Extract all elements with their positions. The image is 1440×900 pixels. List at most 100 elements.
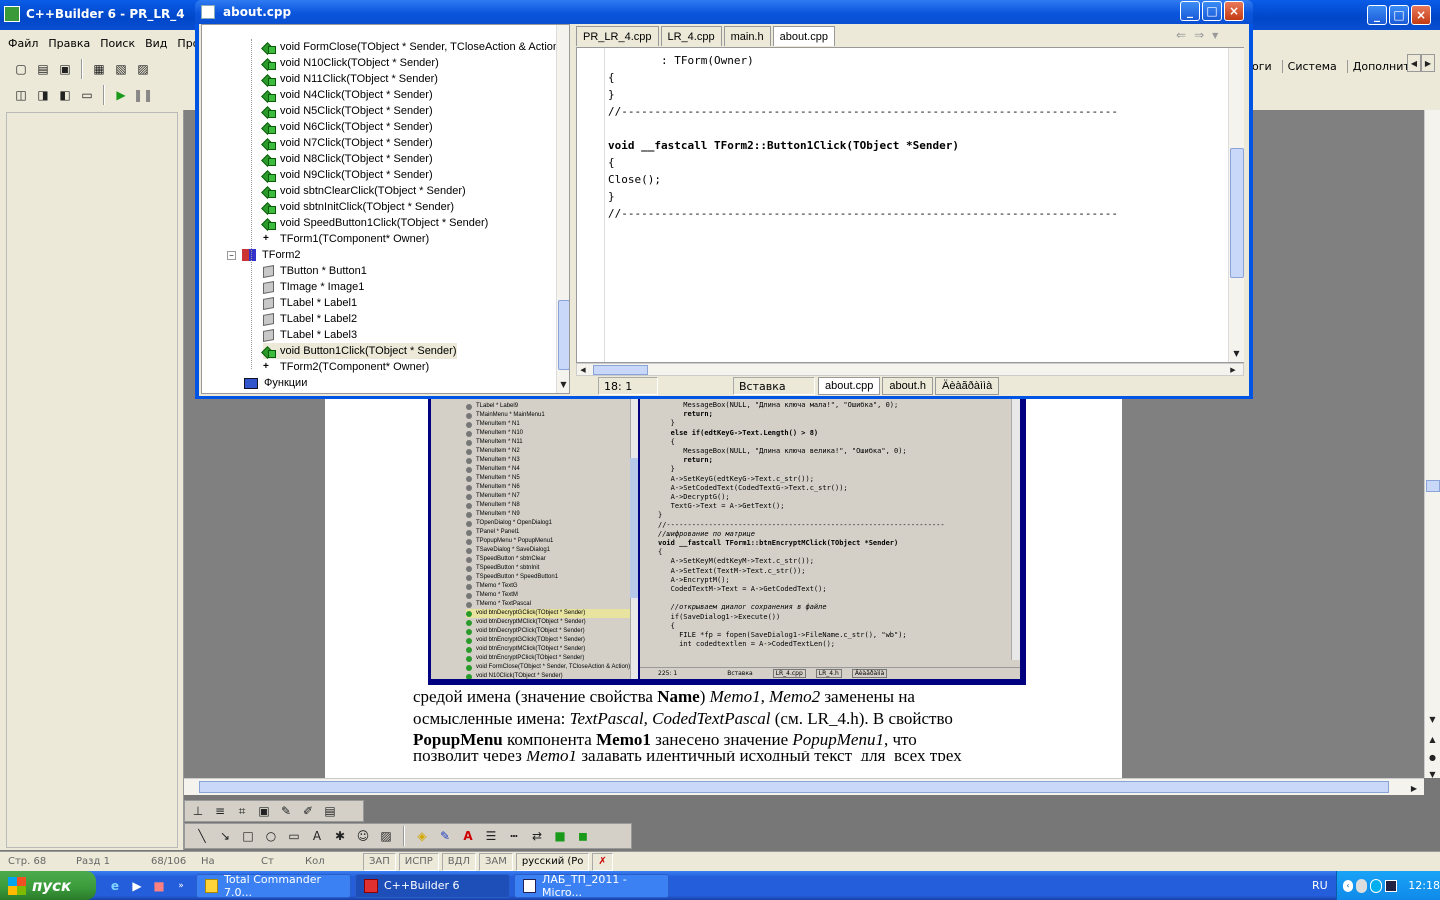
arrow-icon[interactable]: ↘ xyxy=(216,827,234,845)
word-status-ovr[interactable]: ЗАМ xyxy=(479,852,513,871)
word-status-trk[interactable]: ИСПР xyxy=(398,852,439,871)
close-button[interactable]: × xyxy=(1411,5,1431,25)
collapse-icon[interactable]: − xyxy=(227,250,236,260)
wordart-icon[interactable]: A xyxy=(308,827,326,845)
align-icon[interactable]: ⊥ xyxy=(189,802,207,820)
rectangle-icon[interactable]: □ xyxy=(239,827,257,845)
fill-color-icon[interactable]: ◈ xyxy=(413,827,431,845)
diagram-icon[interactable]: ✱ xyxy=(331,827,349,845)
wrap-icon[interactable]: ▣ xyxy=(255,802,273,820)
word-vscroll[interactable]: ▼ ▲ ● ▼ xyxy=(1424,110,1440,779)
menu-file[interactable]: Файл xyxy=(8,37,38,50)
tree-scroll-down-icon[interactable]: ▼ xyxy=(557,375,569,393)
crop-icon[interactable]: ⌗ xyxy=(233,802,251,820)
menu-search[interactable]: Поиск xyxy=(100,37,135,50)
task-cbuilder[interactable]: C++Builder 6 xyxy=(355,873,510,898)
pause-icon[interactable]: ❚❚ xyxy=(133,86,153,104)
palette-tab-dialogs[interactable]: оги xyxy=(1252,60,1272,73)
tab-lr-4-cpp[interactable]: LR_4.cpp xyxy=(660,26,722,46)
tabs-dropdown-icon[interactable]: ▼ xyxy=(1212,31,1218,40)
line-style-icon[interactable]: ☰ xyxy=(482,827,500,845)
code-vscroll-thumb[interactable] xyxy=(1230,148,1244,278)
tree-vscroll-thumb[interactable] xyxy=(558,300,569,370)
reset-icon[interactable]: ✐ xyxy=(299,802,317,820)
word-status-rec[interactable]: ЗАП xyxy=(363,852,396,871)
clipart-icon[interactable]: ☺ xyxy=(354,827,372,845)
format-icon[interactable]: ✎ xyxy=(277,802,295,820)
quick-launch-more-icon[interactable]: » xyxy=(172,877,190,895)
tree-method-item[interactable]: void N9Click(TObject * Sender) xyxy=(263,167,563,183)
code-vscroll[interactable]: ▼ xyxy=(1228,48,1244,362)
monitor-icon[interactable] xyxy=(1385,879,1398,892)
shadow-icon[interactable]: ■ xyxy=(551,827,569,845)
tree-method-item[interactable]: void N4Click(TObject * Sender) xyxy=(263,87,563,103)
tab-pr-lr-4-cpp[interactable]: PR_LR_4.cpp xyxy=(576,26,659,46)
word-status-ext[interactable]: ВДЛ xyxy=(441,852,476,871)
task-total-commander[interactable]: Total Commander 7.0... xyxy=(196,873,351,899)
tree-method-item[interactable]: void N5Click(TObject * Sender) xyxy=(263,103,563,119)
tree-method-item[interactable]: void sbtnInitClick(TObject * Sender) xyxy=(263,199,563,215)
textbox-icon[interactable]: ▭ xyxy=(285,827,303,845)
next-page-icon[interactable]: ▼ xyxy=(1425,765,1440,783)
view-form-icon[interactable]: ◨ xyxy=(34,86,52,104)
tree-field-item[interactable]: TButton * Button1 xyxy=(263,263,367,279)
tab-about-cpp[interactable]: about.cpp xyxy=(772,26,835,46)
menu-view[interactable]: Вид xyxy=(145,37,167,50)
bottom-tab-about-h[interactable]: about.h xyxy=(882,377,934,395)
run-icon[interactable]: ▶ xyxy=(112,86,130,104)
tree-button1click[interactable]: void Button1Click(TObject * Sender) xyxy=(263,343,457,359)
palette-scroll-left-icon[interactable]: ◀ xyxy=(1407,54,1421,72)
new-form-icon[interactable]: ▭ xyxy=(78,86,96,104)
tree-form2[interactable]: − TForm2 xyxy=(227,247,301,263)
toggle-icon[interactable]: ◧ xyxy=(56,86,74,104)
network-icon[interactable] xyxy=(1355,878,1368,893)
editor-maximize-button[interactable]: □ xyxy=(1202,1,1222,21)
media-player-icon[interactable]: ▶ xyxy=(128,877,146,895)
tray-expand-icon[interactable]: ‹ xyxy=(1343,879,1353,892)
tree-field-item[interactable]: TLabel * Label1 xyxy=(263,295,367,311)
bottom-tab-about-cpp[interactable]: about.cpp xyxy=(818,377,881,395)
tree-method-item[interactable]: void N8Click(TObject * Sender) xyxy=(263,151,563,167)
tree-method-item[interactable]: void SpeedButton1Click(TObject * Sender) xyxy=(263,215,563,231)
prev-page-icon[interactable]: ▲ xyxy=(1425,730,1440,748)
maximize-button[interactable]: □ xyxy=(1389,5,1409,25)
code-hscroll-thumb[interactable] xyxy=(593,365,648,375)
3d-icon[interactable]: ◼ xyxy=(574,827,592,845)
word-hscroll-thumb[interactable] xyxy=(199,781,1389,793)
word-hscroll[interactable]: ▶ xyxy=(184,778,1424,795)
minimize-button[interactable]: _ xyxy=(1367,5,1387,25)
code-scroll-down-icon[interactable]: ▼ xyxy=(1229,344,1244,362)
tree-method-item[interactable]: void sbtnClearClick(TObject * Sender) xyxy=(263,183,563,199)
scroll-down-icon[interactable]: ▼ xyxy=(1425,710,1440,728)
browse-object-icon[interactable]: ● xyxy=(1425,748,1440,766)
tree-field-item[interactable]: TLabel * Label3 xyxy=(263,327,367,343)
tree-form2-ctor[interactable]: + TForm2(TComponent* Owner) xyxy=(263,359,429,375)
code-hscroll[interactable]: ◀ ▶ xyxy=(576,363,1244,376)
open-project-icon[interactable]: ▧ xyxy=(112,60,130,78)
dash-style-icon[interactable]: ┅ xyxy=(505,827,523,845)
palette-tab-system[interactable]: Система xyxy=(1281,59,1337,73)
tree-form1-ctor[interactable]: + TForm1(TComponent* Owner) xyxy=(263,231,429,247)
save-all-icon[interactable]: ▦ xyxy=(90,60,108,78)
import-icon[interactable]: ▨ xyxy=(134,60,152,78)
save-icon[interactable]: ▣ xyxy=(56,60,74,78)
spell-check-icon[interactable]: ✗ xyxy=(592,852,613,871)
arrow-style-icon[interactable]: ⇄ xyxy=(528,827,546,845)
tree-field-item[interactable]: TImage * Image1 xyxy=(263,279,367,295)
picture-icon[interactable]: ▤ xyxy=(321,802,339,820)
menu-edit[interactable]: Правка xyxy=(48,37,90,50)
tree-method-item[interactable]: void N6Click(TObject * Sender) xyxy=(263,119,563,135)
code-editor[interactable]: : TForm(Owner) {} //----------------------… xyxy=(576,47,1244,363)
tree-method-item[interactable]: void N10Click(TObject * Sender) xyxy=(263,55,563,71)
lines-icon[interactable]: ≡ xyxy=(211,802,229,820)
new-icon[interactable]: ▢ xyxy=(12,60,30,78)
tree-method-item[interactable]: void FormClose(TObject * Sender, TCloseA… xyxy=(263,39,563,55)
open-icon[interactable]: ▤ xyxy=(34,60,52,78)
cbuilder-launch-icon[interactable]: ■ xyxy=(150,877,168,895)
view-unit-icon[interactable]: ◫ xyxy=(12,86,30,104)
tree-method-item[interactable]: void N7Click(TObject * Sender) xyxy=(263,135,563,151)
task-word[interactable]: ЛАБ_ТП_2011 - Micro... xyxy=(514,873,669,899)
code-text[interactable]: : TForm(Owner) {} //----------------------… xyxy=(608,52,1118,222)
palette-scroll-right-icon[interactable]: ▶ xyxy=(1421,54,1435,72)
ie-icon[interactable]: e xyxy=(106,877,124,895)
